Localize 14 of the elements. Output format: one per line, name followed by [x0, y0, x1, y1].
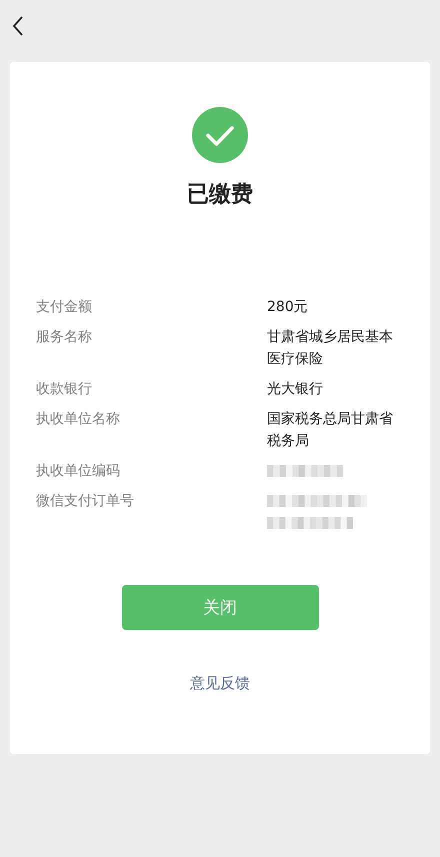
- detail-value: 光大银行: [267, 380, 324, 399]
- detail-value: 280元: [267, 298, 309, 317]
- back-icon: [12, 16, 24, 36]
- success-check-icon: [192, 107, 248, 163]
- detail-label: 收款银行: [36, 380, 93, 399]
- detail-label: 服务名称: [36, 328, 93, 347]
- detail-label: 执收单位编码: [36, 462, 121, 481]
- detail-label: 执收单位名称: [36, 410, 121, 429]
- detail-label: 微信支付订单号: [36, 492, 135, 511]
- detail-value: 甘肃省城乡居民基本医疗保险: [267, 328, 394, 369]
- detail-label: 支付金额: [36, 298, 93, 317]
- detail-value: 国家税务总局甘肃省税务局: [267, 410, 394, 451]
- status-title: 已缴费: [187, 181, 253, 209]
- feedback-link[interactable]: 意见反馈: [190, 674, 250, 693]
